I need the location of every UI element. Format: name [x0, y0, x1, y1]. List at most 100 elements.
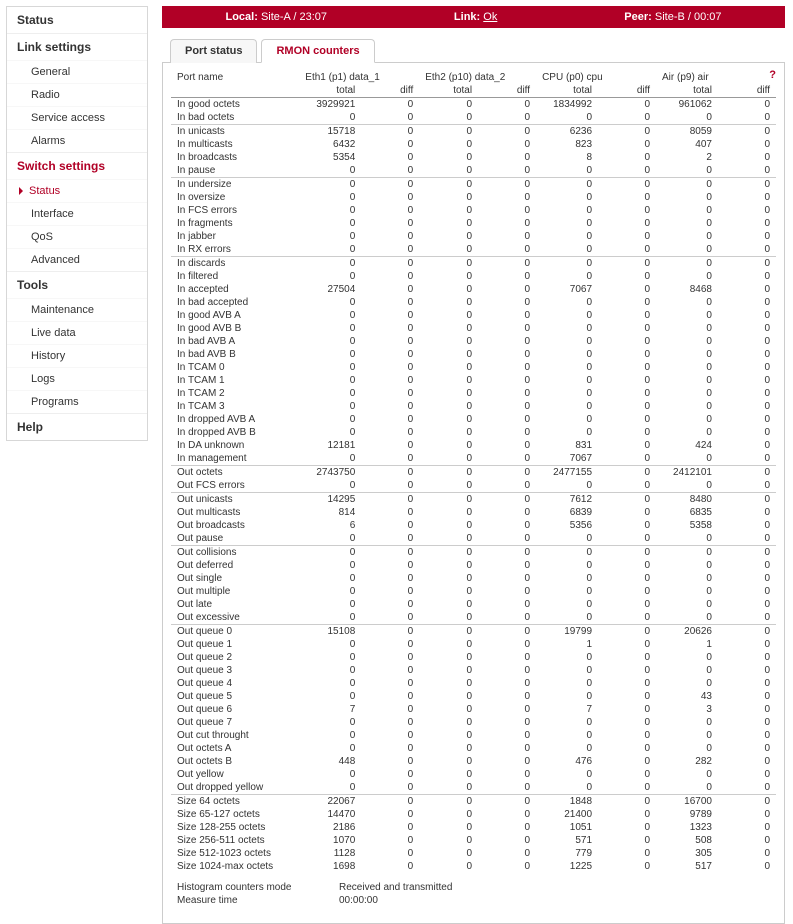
counter-value: 0 [419, 572, 478, 585]
counter-value: 0 [419, 860, 478, 873]
counter-value: 0 [478, 413, 536, 426]
sidebar-item[interactable]: Service access [7, 106, 147, 129]
counter-value: 0 [536, 426, 598, 439]
counter-value: 0 [361, 125, 419, 138]
counter-label: In bad octets [171, 111, 299, 125]
counter-value: 0 [536, 348, 598, 361]
counter-value: 0 [419, 479, 478, 493]
sidebar-heading[interactable]: Link settings [7, 33, 147, 60]
counter-value: 0 [299, 243, 361, 257]
counter-value: 0 [478, 532, 536, 546]
counter-value: 0 [419, 598, 478, 611]
counter-value: 0 [718, 638, 776, 651]
local-label: Local: [225, 11, 257, 23]
counter-value: 0 [299, 585, 361, 598]
counter-value: 0 [299, 598, 361, 611]
col-diff: diff [718, 84, 776, 98]
counter-value: 2 [656, 151, 718, 164]
counter-value: 0 [361, 821, 419, 834]
counter-value: 1070 [299, 834, 361, 847]
counter-value: 0 [718, 452, 776, 466]
sidebar-heading[interactable]: Help [7, 413, 147, 440]
counter-value: 0 [598, 506, 656, 519]
counter-value: 0 [718, 664, 776, 677]
counter-value: 0 [419, 808, 478, 821]
counter-value: 0 [361, 651, 419, 664]
counter-value: 0 [598, 204, 656, 217]
counter-value: 0 [478, 466, 536, 479]
counter-value: 6432 [299, 138, 361, 151]
counter-value: 0 [361, 217, 419, 230]
tab[interactable]: RMON counters [261, 39, 374, 63]
counter-label: Size 1024-max octets [171, 860, 299, 873]
counter-value: 0 [718, 348, 776, 361]
counter-value: 0 [718, 125, 776, 138]
counter-value: 823 [536, 138, 598, 151]
counter-value: 0 [656, 413, 718, 426]
counter-label: Out octets [171, 466, 299, 479]
counter-value: 0 [656, 532, 718, 546]
sidebar-heading[interactable]: Tools [7, 271, 147, 298]
counter-value: 0 [598, 98, 656, 112]
sidebar-item[interactable]: Logs [7, 367, 147, 390]
counter-label: Out broadcasts [171, 519, 299, 532]
counter-value: 0 [419, 821, 478, 834]
counter-value: 517 [656, 860, 718, 873]
counter-value: 0 [299, 111, 361, 125]
sidebar-item[interactable]: Interface [7, 202, 147, 225]
counter-value: 0 [419, 98, 478, 112]
counter-value: 0 [299, 191, 361, 204]
link-status-link[interactable]: Ok [483, 11, 497, 23]
counter-value: 0 [361, 768, 419, 781]
counter-value: 0 [536, 677, 598, 690]
sidebar-item[interactable]: General [7, 60, 147, 83]
tab[interactable]: Port status [170, 39, 257, 63]
counter-value: 0 [361, 677, 419, 690]
counter-label: In FCS errors [171, 204, 299, 217]
counter-value: 0 [598, 335, 656, 348]
counter-value: 0 [361, 703, 419, 716]
sidebar-item[interactable]: Maintenance [7, 298, 147, 321]
counter-label: Out multicasts [171, 506, 299, 519]
counter-value: 0 [718, 611, 776, 625]
help-icon[interactable]: ? [769, 69, 776, 81]
sidebar-item[interactable]: Radio [7, 83, 147, 106]
counter-value: 0 [361, 296, 419, 309]
counter-value: 0 [536, 164, 598, 178]
counter-value: 0 [598, 716, 656, 729]
counter-value: 0 [718, 322, 776, 335]
counter-label: In TCAM 1 [171, 374, 299, 387]
counter-value: 0 [536, 309, 598, 322]
counter-value: 0 [478, 296, 536, 309]
counter-value: 0 [419, 361, 478, 374]
counter-label: In TCAM 3 [171, 400, 299, 413]
sidebar-heading[interactable]: Status [7, 7, 147, 33]
sidebar-item[interactable]: Status [7, 179, 147, 202]
counter-value: 0 [299, 348, 361, 361]
counter-value: 571 [536, 834, 598, 847]
counter-value: 0 [536, 191, 598, 204]
counter-value: 0 [718, 466, 776, 479]
counter-value: 0 [718, 493, 776, 506]
col-port-name: Port name [171, 71, 299, 84]
counter-value: 0 [361, 572, 419, 585]
counter-value: 0 [478, 309, 536, 322]
counter-value: 7 [299, 703, 361, 716]
sidebar-item[interactable]: Programs [7, 390, 147, 413]
counter-value: 0 [361, 98, 419, 112]
counter-value: 0 [299, 387, 361, 400]
counter-value: 0 [361, 519, 419, 532]
counter-value: 0 [478, 847, 536, 860]
sidebar-heading[interactable]: Switch settings [7, 152, 147, 179]
sidebar-item[interactable]: History [7, 344, 147, 367]
counter-value: 779 [536, 847, 598, 860]
counter-value: 0 [598, 572, 656, 585]
sidebar-item[interactable]: Alarms [7, 129, 147, 152]
counter-value: 1698 [299, 860, 361, 873]
sidebar-item[interactable]: QoS [7, 225, 147, 248]
sidebar-item[interactable]: Advanced [7, 248, 147, 271]
counter-value: 0 [598, 768, 656, 781]
sidebar-item[interactable]: Live data [7, 321, 147, 344]
counter-label: Out queue 3 [171, 664, 299, 677]
port-header: CPU (p0) cpu [536, 71, 656, 84]
